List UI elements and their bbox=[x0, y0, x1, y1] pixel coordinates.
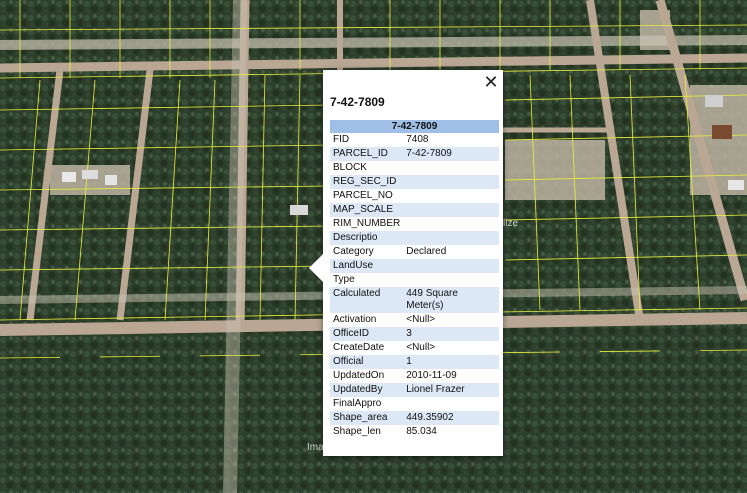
attribute-row: Official 1 bbox=[330, 355, 499, 369]
attribute-value: 7408 bbox=[406, 134, 429, 145]
attribute-value bbox=[403, 189, 499, 203]
attribute-row: REG_SEC_ID bbox=[330, 175, 499, 189]
attribute-row: PARCEL_NO bbox=[330, 189, 499, 203]
attribute-value: 85.034 bbox=[406, 426, 437, 437]
imagery-watermark-left: Ima bbox=[307, 442, 324, 453]
attribute-row: UpdatedBy Lionel Frazer bbox=[330, 383, 499, 397]
attribute-row: Shape_len 85.034 bbox=[330, 425, 499, 439]
attribute-key: REG_SEC_ID bbox=[330, 175, 404, 189]
attribute-key: Shape_len bbox=[333, 426, 381, 437]
attribute-row: Shape_area 449.35902 bbox=[330, 411, 499, 425]
attribute-table: 7-42-7809 FID 7408 PARCEL_ID 7-42-7809 BLOCK… bbox=[330, 120, 499, 439]
popup-pointer bbox=[309, 254, 323, 282]
attribute-row: FID 7408 bbox=[330, 133, 499, 147]
attribute-key: UpdatedBy bbox=[330, 383, 404, 397]
popup-title: 7-42-7809 bbox=[330, 95, 385, 109]
attribute-value: 2010-11-09 bbox=[406, 370, 457, 381]
attribute-key: PARCEL_ID bbox=[330, 147, 404, 161]
attribute-table-body: FID 7408 PARCEL_ID 7-42-7809 BLOCK REG_SEC_ID… bbox=[330, 133, 499, 439]
attribute-key: Descriptio bbox=[330, 231, 404, 245]
attribute-table-header: 7-42-7809 bbox=[330, 120, 499, 133]
attribute-row: MAP_SCALE bbox=[330, 203, 499, 217]
attribute-row: Type bbox=[330, 273, 499, 287]
attribute-row: PARCEL_ID 7-42-7809 bbox=[330, 147, 499, 161]
attribute-value: 7-42-7809 bbox=[403, 147, 499, 161]
attribute-key: BLOCK bbox=[333, 162, 367, 173]
attribute-row: Calculated 449 Square Meter(s) bbox=[330, 287, 499, 313]
close-icon[interactable]: ✕ bbox=[483, 73, 499, 91]
attribute-key: OfficeID bbox=[330, 327, 404, 341]
attribute-value bbox=[403, 231, 499, 245]
attribute-key: CreateDate bbox=[333, 342, 385, 353]
attribute-key: Official bbox=[330, 355, 404, 369]
attribute-row: UpdatedOn 2010-11-09 bbox=[330, 369, 499, 383]
attribute-row: BLOCK bbox=[330, 161, 499, 175]
attribute-key: Calculated bbox=[330, 287, 404, 313]
attribute-value bbox=[403, 259, 499, 273]
attribute-row: Activation <Null> bbox=[330, 313, 499, 327]
parcel-popup: ✕ 7-42-7809 7-42-7809 FID 7408 PARCEL_ID 7-… bbox=[309, 70, 503, 456]
attribute-key: UpdatedOn bbox=[333, 370, 385, 381]
attribute-key: FID bbox=[333, 134, 350, 145]
attribute-key: RIM_NUMBER bbox=[333, 218, 401, 229]
attribute-value: <Null> bbox=[406, 314, 436, 325]
attribute-value: Lionel Frazer bbox=[403, 383, 499, 397]
attribute-key: Shape_area bbox=[330, 411, 404, 425]
attribute-value bbox=[403, 273, 499, 287]
imagery-watermark-right: lize bbox=[503, 218, 519, 229]
attribute-key: FinalAppro bbox=[333, 398, 382, 409]
attribute-value: 449 Square Meter(s) bbox=[403, 287, 499, 313]
attribute-row: OfficeID 3 bbox=[330, 327, 499, 341]
attribute-value bbox=[403, 397, 499, 411]
attribute-key: Activation bbox=[333, 314, 377, 325]
attribute-key: LandUse bbox=[330, 259, 404, 273]
attribute-row: Descriptio bbox=[330, 231, 499, 245]
attribute-value bbox=[403, 175, 499, 189]
attribute-row: LandUse bbox=[330, 259, 499, 273]
attribute-row: Category Declared bbox=[330, 245, 499, 259]
attribute-value: <Null> bbox=[406, 342, 436, 353]
attribute-value bbox=[403, 217, 499, 231]
attribute-key: Type bbox=[333, 274, 355, 285]
attribute-value bbox=[403, 203, 499, 217]
attribute-value: 449.35902 bbox=[403, 411, 499, 425]
attribute-row: RIM_NUMBER bbox=[330, 217, 499, 231]
attribute-value: 1 bbox=[403, 355, 499, 369]
attribute-key: Category bbox=[333, 246, 374, 257]
attribute-value: 3 bbox=[403, 327, 499, 341]
attribute-key: PARCEL_NO bbox=[333, 190, 393, 201]
attribute-row: CreateDate <Null> bbox=[330, 341, 499, 355]
attribute-value bbox=[403, 161, 499, 175]
attribute-row: FinalAppro bbox=[330, 397, 499, 411]
attribute-key: MAP_SCALE bbox=[330, 203, 404, 217]
attribute-value: Declared bbox=[406, 246, 447, 257]
